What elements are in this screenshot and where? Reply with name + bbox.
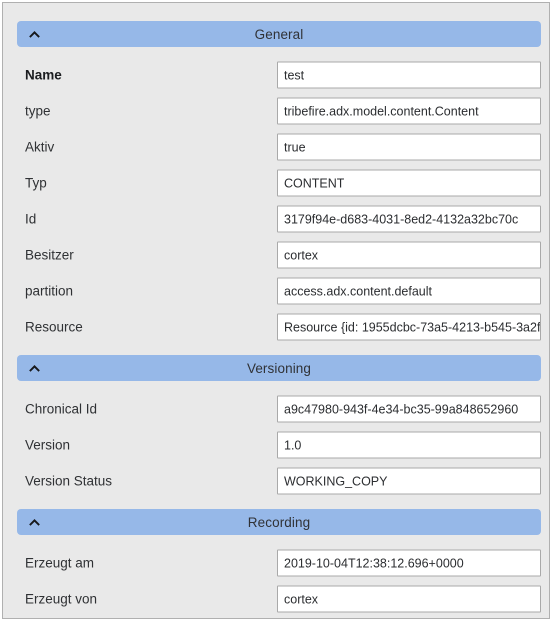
chevron-up-icon[interactable] [27, 27, 41, 41]
property-label: Erzeugt am [25, 555, 95, 571]
property-row: Version Status WORKING_COPY [17, 463, 541, 499]
property-label: Aktiv [25, 139, 55, 155]
property-label: Id [25, 211, 37, 227]
property-row: Typ CONTENT [17, 165, 541, 201]
property-value: 1.0 [284, 438, 302, 452]
header-spacer [3, 47, 549, 57]
property-value: test [284, 68, 305, 82]
property-value: a9c47980-943f-4e34-bc35-99a848652960 [284, 402, 519, 416]
property-row: Resource Resource {id: 1955dcbc-73a5-4213… [17, 309, 541, 345]
property-input[interactable]: cortex [277, 585, 541, 613]
header-spacer [3, 535, 549, 545]
property-input[interactable]: tribefire.adx.model.content.Content [277, 97, 541, 125]
property-label: Name [25, 67, 62, 83]
top-spacer [3, 3, 549, 21]
property-value: true [284, 140, 306, 154]
chevron-up-icon[interactable] [27, 361, 41, 375]
property-row: Aktiv true [17, 129, 541, 165]
property-input[interactable]: cortex [277, 241, 541, 269]
section-header-versioning[interactable]: Versioning [17, 355, 541, 381]
property-row: partition access.adx.content.default [17, 273, 541, 309]
property-row: Erzeugt am 2019-10-04T12:38:12.696+0000 [17, 545, 541, 581]
property-label: Version [25, 437, 71, 453]
property-label: type [25, 103, 51, 119]
property-label: Erzeugt von [25, 591, 98, 607]
property-value: cortex [284, 248, 319, 262]
property-input[interactable]: 3179f94e-d683-4031-8ed2-4132a32bc70c [277, 205, 541, 233]
property-value: cortex [284, 592, 319, 606]
property-value: tribefire.adx.model.content.Content [284, 104, 479, 118]
section-title: Versioning [246, 360, 312, 376]
property-input[interactable]: WORKING_COPY [277, 467, 541, 495]
property-input[interactable]: CONTENT [277, 169, 541, 197]
header-spacer [3, 381, 549, 391]
property-value: 3179f94e-d683-4031-8ed2-4132a32bc70c [284, 212, 519, 226]
property-input[interactable]: a9c47980-943f-4e34-bc35-99a848652960 [277, 395, 541, 423]
property-row: Id 3179f94e-d683-4031-8ed2-4132a32bc70c [17, 201, 541, 237]
property-label: Resource [25, 319, 83, 335]
property-row: Name test [17, 57, 541, 93]
property-label: Typ [25, 175, 47, 191]
property-row: Chronical Id a9c47980-943f-4e34-bc35-99a8… [17, 391, 541, 427]
property-input[interactable]: 1.0 [277, 431, 541, 459]
property-value: WORKING_COPY [284, 474, 388, 488]
chevron-up-icon[interactable] [27, 515, 41, 529]
property-sections-container: General Name test type tribefire.adx.model.c… [3, 3, 549, 617]
property-input[interactable]: Resource {id: 1955dcbc-73a5-4213-b545-3a… [277, 313, 541, 341]
section-header-recording[interactable]: Recording [17, 509, 541, 535]
property-row: Version 1.0 [17, 427, 541, 463]
property-input[interactable]: true [277, 133, 541, 161]
section-title: Recording [247, 514, 311, 530]
property-value: CONTENT [284, 176, 345, 190]
section-header-general[interactable]: General [17, 21, 541, 47]
section-title: General [254, 26, 304, 42]
property-label: Version Status [25, 473, 113, 489]
property-label: Chronical Id [25, 401, 98, 417]
property-value: access.adx.content.default [284, 284, 433, 298]
property-label: Besitzer [25, 247, 74, 263]
property-label: partition [25, 283, 74, 299]
property-value: 2019-10-04T12:38:12.696+0000 [284, 556, 464, 570]
property-input[interactable]: 2019-10-04T12:38:12.696+0000 [277, 549, 541, 577]
property-row: Besitzer cortex [17, 237, 541, 273]
property-editor-panel: General Name test type tribefire.adx.model.c… [2, 2, 550, 619]
property-row: Erzeugt von cortex [17, 581, 541, 617]
property-row: type tribefire.adx.model.content.Content [17, 93, 541, 129]
property-value: Resource {id: 1955dcbc-73a5-4213-b545-3a… [284, 320, 540, 334]
property-input[interactable]: test [277, 61, 541, 89]
property-input[interactable]: access.adx.content.default [277, 277, 541, 305]
